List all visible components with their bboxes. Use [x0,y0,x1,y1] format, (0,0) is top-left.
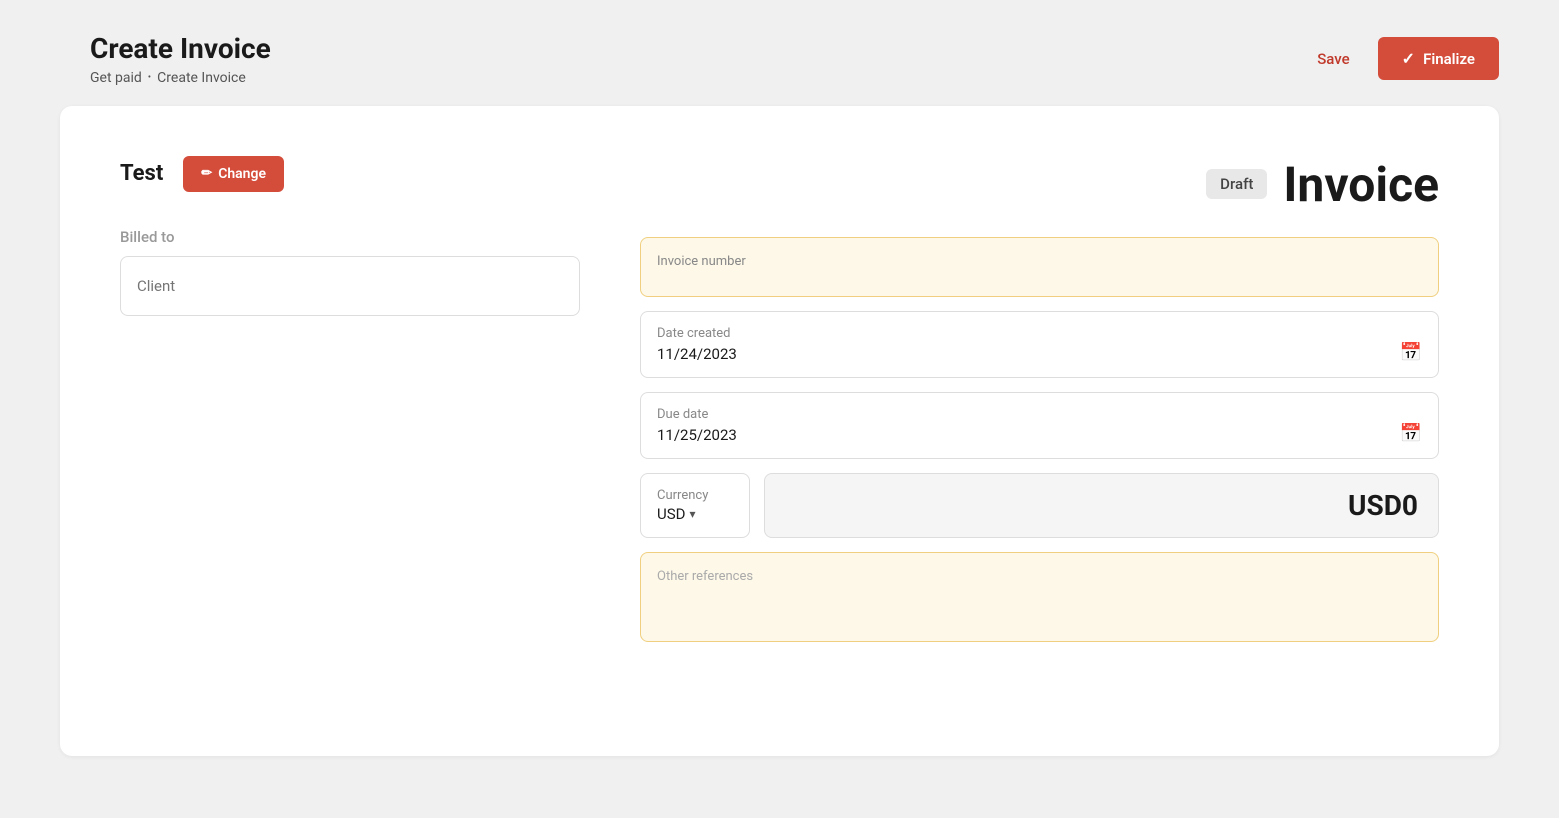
save-button[interactable]: Save [1305,44,1361,74]
change-label: Change [218,166,266,182]
invoice-title: Invoice [1283,156,1439,213]
card-layout: Test ✏ Change Billed to Draft Invoice In… [120,156,1439,642]
due-date-value: 11/25/2023 [657,426,737,444]
title-group: Create Invoice Get paid • Create Invoice [90,32,271,86]
company-name: Test [120,161,163,186]
due-date-field[interactable]: Due date 11/25/2023 📅 [640,392,1439,459]
currency-value: USD [657,505,685,523]
company-row: Test ✏ Change [120,156,580,192]
date-created-value: 11/24/2023 [657,345,737,363]
other-references-label: Other references [657,569,1422,584]
date-created-inner: Date created 11/24/2023 📅 [657,326,1422,363]
left-panel: Test ✏ Change Billed to [120,156,580,642]
due-date-group: Due date 11/25/2023 [657,407,737,444]
breadcrumb-parent: Get paid [90,70,142,86]
date-created-field[interactable]: Date created 11/24/2023 📅 [640,311,1439,378]
breadcrumb-separator: • [148,72,151,83]
main-card: Test ✏ Change Billed to Draft Invoice In… [60,106,1499,756]
currency-row: Currency USD ▾ USD0 [640,473,1439,538]
page-title: Create Invoice [90,32,271,66]
page-header: Create Invoice Get paid • Create Invoice… [0,0,1559,106]
invoice-number-field[interactable]: Invoice number [640,237,1439,297]
breadcrumb-current: Create Invoice [157,70,246,86]
due-date-inner: Due date 11/25/2023 📅 [657,407,1422,444]
finalize-button[interactable]: ✓ Finalize [1378,37,1499,80]
billed-to-label: Billed to [120,228,580,246]
pencil-icon: ✏ [201,166,212,181]
currency-select-field[interactable]: Currency USD ▾ [640,473,750,538]
currency-label: Currency [657,488,733,503]
breadcrumb: Get paid • Create Invoice [90,70,271,86]
dropdown-arrow-icon: ▾ [689,507,695,521]
right-panel: Draft Invoice Invoice number Date create… [640,156,1439,642]
invoice-number-label: Invoice number [657,254,1422,269]
currency-value-row: USD ▾ [657,505,733,523]
due-date-label: Due date [657,407,737,422]
date-created-label: Date created [657,326,737,341]
calendar-icon-created[interactable]: 📅 [1400,342,1422,363]
amount-text: USD0 [1348,489,1418,522]
change-button[interactable]: ✏ Change [183,156,284,192]
amount-display: USD0 [764,473,1439,538]
finalize-label: Finalize [1423,50,1475,68]
date-created-group: Date created 11/24/2023 [657,326,737,363]
draft-badge: Draft [1206,169,1267,199]
check-icon: ✓ [1402,49,1415,68]
calendar-icon-due[interactable]: 📅 [1400,423,1422,444]
other-references-field[interactable]: Other references [640,552,1439,642]
client-input[interactable] [120,256,580,316]
currency-select-inner: Currency USD ▾ [657,488,733,523]
header-actions: Save ✓ Finalize [1305,37,1499,80]
invoice-header-row: Draft Invoice [640,156,1439,213]
